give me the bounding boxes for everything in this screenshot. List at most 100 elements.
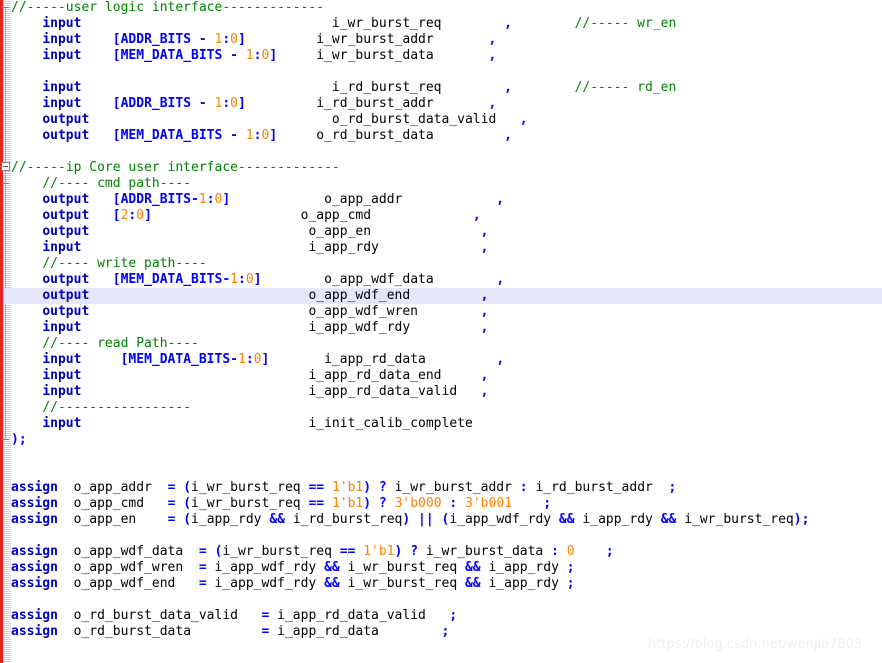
code-line[interactable]: assign o_app_cmd = (i_wr_burst_req == 1'…: [11, 496, 551, 512]
code-token: 1: [198, 192, 207, 207]
code-token: //---- write path----: [42, 256, 207, 271]
code-token: ,: [488, 96, 497, 111]
code-line[interactable]: assign o_app_wdf_end = i_app_wdf_rdy && …: [11, 576, 575, 592]
code-token: 1: [230, 272, 238, 287]
code-line[interactable]: input [ADDR_BITS - 1:0] i_wr_burst_addr …: [11, 32, 496, 48]
code-token: assign: [11, 480, 58, 495]
code-line[interactable]: );: [11, 432, 27, 448]
code-token: &&: [457, 560, 489, 575]
code-line[interactable]: assign o_app_addr = (i_wr_burst_req == 1…: [11, 480, 676, 496]
code-token: output: [42, 224, 90, 239]
code-line[interactable]: //---- cmd path----: [11, 176, 191, 192]
code-token: i_app_rdy: [488, 576, 559, 591]
code-line[interactable]: input i_rd_burst_req , //----- rd_en: [11, 80, 676, 96]
code-token: i_app_wdf_rdy: [214, 576, 317, 591]
code-token: &&: [551, 512, 583, 527]
code-token: &&: [316, 560, 348, 575]
code-token: input: [42, 96, 82, 111]
code-token: assign: [11, 608, 58, 623]
code-line[interactable]: output [MEM_DATA_BITS - 1:0] o_rd_burst_…: [11, 128, 512, 144]
code-line[interactable]: //---- write path----: [11, 256, 207, 272]
code-line[interactable]: output [ADDR_BITS-1:0] o_app_addr ,: [11, 192, 504, 208]
code-line[interactable]: input i_app_rd_data_valid ,: [11, 384, 488, 400]
code-token: 1: [245, 128, 254, 143]
code-line[interactable]: assign o_rd_burst_data = i_app_rd_data ;: [11, 624, 449, 640]
code-line[interactable]: assign o_app_wdf_data = (i_wr_burst_req …: [11, 544, 614, 560]
code-line[interactable]: output o_app_en ,: [11, 224, 488, 240]
code-line[interactable]: //-----------------: [11, 400, 191, 416]
code-line[interactable]: input [MEM_DATA_BITS-1:0] i_app_rd_data …: [11, 352, 504, 368]
code-line[interactable]: input i_app_wdf_rdy ,: [11, 320, 488, 336]
code-token: o_app_addr: [324, 192, 403, 207]
code-token: &&: [261, 512, 293, 527]
code-line[interactable]: //-----ip Core user interface-----------…: [11, 160, 340, 176]
code-token: o_app_wdf_wren: [73, 560, 184, 575]
code-line[interactable]: //-----user logic interface-------------: [11, 0, 324, 16]
code-token: =: [261, 608, 278, 623]
code-token: [MEM_DATA_BITS-: [112, 272, 231, 287]
code-line[interactable]: output o_app_wdf_end ,: [11, 288, 488, 304]
code-token: 1'b1: [331, 480, 364, 495]
code-line[interactable]: output o_app_wdf_wren ,: [11, 304, 488, 320]
code-token: ]: [238, 96, 246, 111]
code-line[interactable]: output [2:0] o_app_cmd ,: [11, 208, 480, 224]
code-line[interactable]: input [ADDR_BITS - 1:0] i_rd_burst_addr …: [11, 96, 496, 112]
code-line[interactable]: assign o_app_en = (i_app_rdy && i_rd_bur…: [11, 512, 809, 528]
code-token: o_app_wdf_end: [308, 288, 411, 303]
code-token: assign: [11, 576, 58, 591]
code-token: =: [198, 560, 215, 575]
code-token: i_wr_burst_req: [191, 480, 301, 495]
code-token: [ADDR_BITS -: [112, 96, 215, 111]
code-token: i_app_rdy: [488, 560, 559, 575]
code-line[interactable]: input i_app_rdy ,: [11, 240, 488, 256]
code-token: //----- wr_en: [574, 16, 677, 31]
code-token: //-----ip Core user interface-----------…: [11, 160, 340, 175]
code-token: = (: [167, 480, 192, 495]
code-token: i_wr_burst_addr: [394, 480, 512, 495]
code-token: assign: [11, 624, 58, 639]
code-token: o_app_cmd: [73, 496, 145, 511]
code-token: i_app_wdf_rdy: [449, 512, 552, 527]
code-token: //---- cmd path----: [42, 176, 192, 191]
code-line[interactable]: output o_rd_burst_data_valid ,: [11, 112, 527, 128]
code-editor-viewport[interactable]: //-----user logic interface-------------…: [0, 0, 882, 663]
code-token: o_app_addr: [73, 480, 152, 495]
code-text-layer[interactable]: //-----user logic interface-------------…: [0, 0, 882, 663]
code-line[interactable]: input i_wr_burst_req , //----- wr_en: [11, 16, 676, 32]
code-token: ;: [605, 544, 614, 559]
code-token: :: [245, 352, 254, 367]
code-token: ==: [300, 496, 332, 511]
code-token: 0: [230, 32, 238, 47]
code-token: 1'b1: [363, 544, 395, 559]
code-line[interactable]: input [MEM_DATA_BITS - 1:0] i_wr_burst_d…: [11, 48, 496, 64]
code-token: [ADDR_BITS -: [112, 32, 215, 47]
code-line[interactable]: input i_init_calib_complete: [11, 416, 473, 432]
code-token: ]: [238, 32, 246, 47]
code-line[interactable]: assign o_rd_burst_data_valid = i_app_rd_…: [11, 608, 457, 624]
code-line[interactable]: assign o_app_wdf_wren = i_app_wdf_rdy &&…: [11, 560, 575, 576]
code-line[interactable]: input i_app_rd_data_end ,: [11, 368, 488, 384]
code-token: ,: [504, 80, 512, 95]
code-line[interactable]: output [MEM_DATA_BITS-1:0] o_app_wdf_dat…: [11, 272, 504, 288]
code-line[interactable]: //---- read Path----: [11, 336, 199, 352]
